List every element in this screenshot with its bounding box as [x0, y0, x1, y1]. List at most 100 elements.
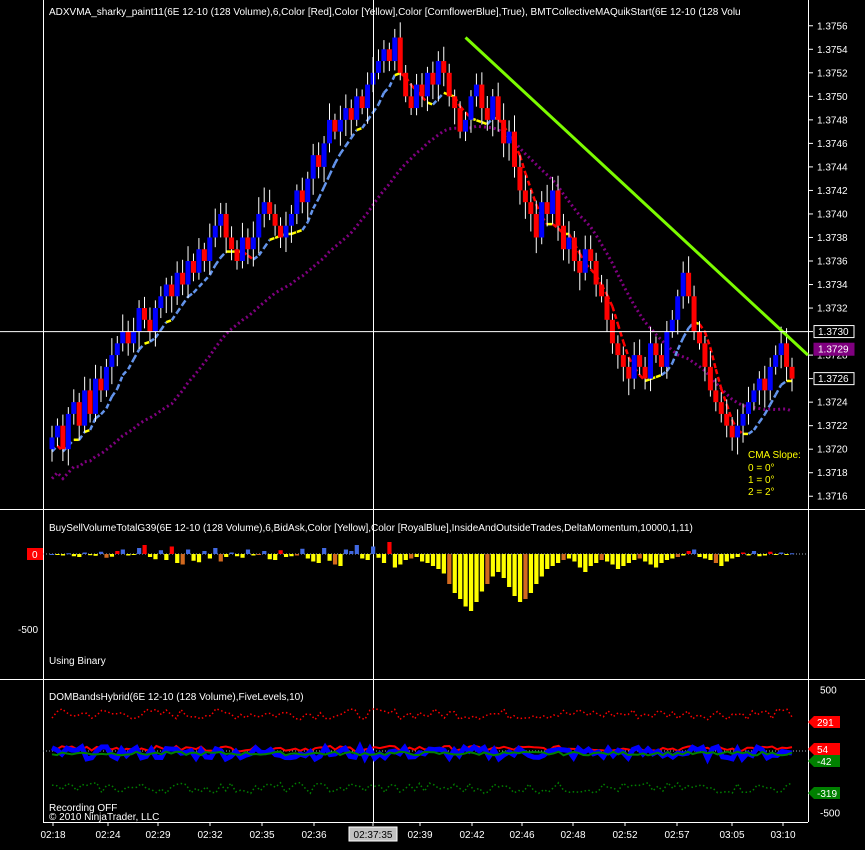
- adxvma-segment: [78, 431, 86, 441]
- candle-down: [729, 425, 735, 438]
- adxvma-segment: [394, 72, 401, 77]
- sell-volume-bar: [251, 554, 256, 556]
- adxvma-segment: [181, 295, 190, 306]
- sell-volume-bar: [414, 554, 419, 557]
- price-tick-label: 1.3746: [817, 139, 848, 150]
- price-tick-label: 1.3718: [817, 468, 848, 479]
- sell-volume-bar: [430, 554, 436, 566]
- candle-down: [626, 366, 632, 379]
- candle-down: [707, 366, 713, 391]
- adxvma-segment: [257, 246, 266, 257]
- candle-down: [560, 225, 566, 250]
- time-tick-label: 02:24: [95, 830, 120, 841]
- sell-volume-bar: [523, 554, 528, 599]
- buy-volume-bar: [115, 551, 120, 554]
- buy-volume-bar: [82, 552, 87, 554]
- buy-volume-bar: [137, 548, 142, 554]
- price-tick-label: 1.3736: [817, 257, 848, 268]
- sell-volume-bar: [730, 554, 735, 559]
- buy-volume-bar: [343, 549, 349, 554]
- sell-volume-bar: [512, 554, 517, 596]
- sell-volume-bar: [719, 554, 724, 566]
- cma-line-0: 0 = 0°: [748, 463, 775, 474]
- sell-volume-bar: [77, 554, 82, 557]
- adxvma-segment: [317, 186, 326, 200]
- candle-down: [452, 96, 458, 109]
- adxvma-segment: [481, 121, 488, 126]
- candle-up: [114, 343, 120, 356]
- time-tick-label: 03:10: [770, 830, 795, 841]
- sell-volume-bar: [289, 554, 294, 557]
- ninjatrader-chart[interactable]: -500 0 500 -500 291 54-42 -319 ADXVMA_sharky_…: [0, 0, 865, 850]
- candle-down: [615, 343, 621, 356]
- buy-volume-bar: [300, 548, 305, 554]
- price-tick-label: 1.3750: [817, 92, 848, 103]
- adxvma-segment: [752, 421, 761, 431]
- price-badge-label: 1.3726: [818, 374, 849, 385]
- candle-up: [468, 96, 474, 120]
- candle-down: [125, 331, 131, 344]
- volume-panel-note: Using Binary: [49, 656, 106, 667]
- sell-volume-bar: [702, 554, 708, 559]
- volume-panel[interactable]: -500 0: [18, 542, 808, 636]
- adxvma-segment: [747, 428, 755, 435]
- sell-volume-bar: [420, 554, 425, 562]
- candle-up: [152, 308, 158, 332]
- price-tick-label: 1.3732: [817, 304, 848, 315]
- price-tick-label: 1.3752: [817, 68, 848, 79]
- price-panel-title: ADXVMA_sharky_paint11(6E 12-10 (128 Volu…: [49, 7, 741, 18]
- adxvma-segment: [138, 342, 146, 351]
- candle-up: [49, 437, 55, 450]
- adxvma-segment: [421, 95, 429, 104]
- buy-volume-bar: [741, 552, 746, 554]
- time-axis[interactable]: 02:18 02:24 02:29 02:32 02:35 02:36 02:37:35 02…: [40, 822, 796, 842]
- candle-down: [169, 284, 175, 297]
- candle-down: [272, 213, 278, 226]
- adxvma-segment: [176, 303, 184, 314]
- candle-up: [343, 108, 349, 120]
- candle-up: [392, 37, 398, 62]
- dom-panel[interactable]: 500 -500 291 54-42 -319: [43, 685, 840, 820]
- sell-volume-bar: [218, 554, 223, 562]
- sell-volume-bar: [196, 554, 202, 563]
- buy-volume-bar: [202, 551, 207, 554]
- adxvma-segment: [159, 321, 168, 331]
- buy-volume-bar: [213, 548, 218, 554]
- sell-volume-bar: [490, 554, 495, 577]
- cma-line-2: 2 = 2°: [748, 487, 775, 498]
- buy-volume-bar: [120, 549, 125, 554]
- candle-up: [767, 366, 773, 391]
- adxvma-segment: [100, 407, 108, 416]
- sell-volume-bar: [632, 554, 637, 560]
- candle-down: [479, 84, 485, 109]
- sell-volume-bar: [153, 554, 158, 560]
- time-tick-label: 02:48: [560, 830, 585, 841]
- dom-badge-label: -319: [817, 789, 837, 800]
- cma-title: CMA Slope:: [748, 450, 801, 461]
- adxvma-segment: [344, 137, 353, 147]
- buy-volume-bar: [371, 546, 376, 554]
- volume-tick-label: -500: [18, 625, 38, 636]
- candle-up: [566, 237, 572, 250]
- price-tick-label: 1.3744: [817, 162, 848, 173]
- sell-volume-bar: [599, 554, 604, 560]
- sell-volume-bar: [452, 554, 457, 593]
- buy-volume-bar: [751, 551, 757, 554]
- price-axis[interactable]: 1.3756 1.3754 1.3752 1.3750 1.3748 1.3746 1.37…: [808, 21, 855, 503]
- sell-volume-bar: [283, 554, 289, 557]
- candle-down: [713, 390, 719, 403]
- candle-down: [593, 261, 599, 285]
- candle-down: [512, 131, 517, 167]
- sell-volume-bar: [392, 554, 397, 568]
- sell-volume-bar: [327, 554, 332, 561]
- dom-panel-title: DOMBandsHybrid(6E 12-10 (128 Volume),Fiv…: [49, 692, 304, 703]
- buy-volume-bar: [768, 551, 773, 554]
- sell-volume-bar: [468, 554, 474, 611]
- candle-up: [93, 378, 99, 414]
- adxvma-segment: [94, 413, 102, 420]
- adxvma-segment: [475, 119, 483, 124]
- candle-down: [441, 61, 447, 73]
- candle-up: [65, 413, 71, 450]
- sell-volume-bar: [447, 554, 452, 584]
- candle-up: [239, 237, 245, 261]
